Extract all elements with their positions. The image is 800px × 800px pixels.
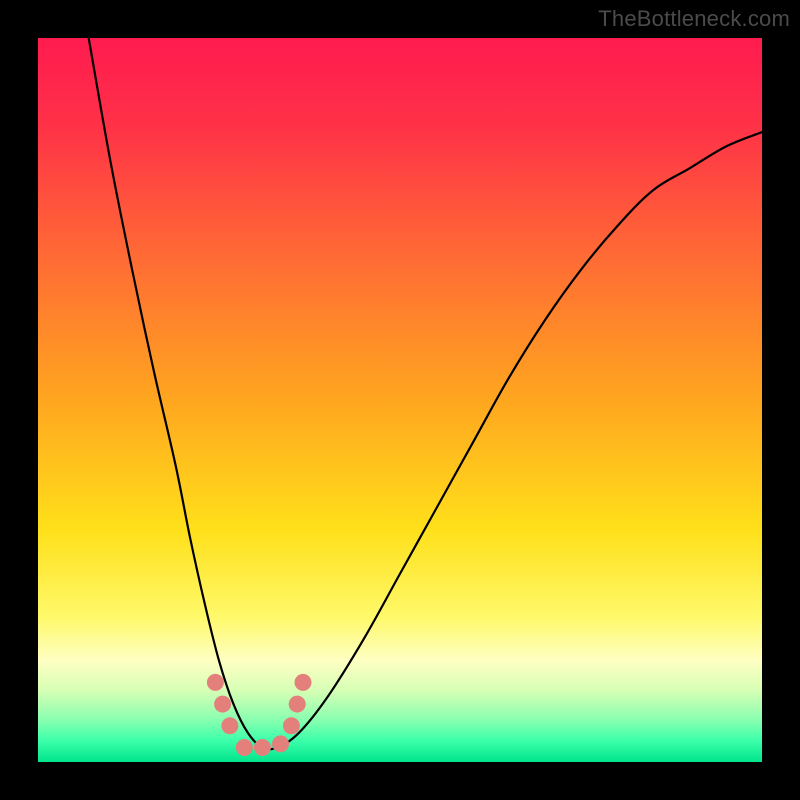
watermark-label: TheBottleneck.com: [598, 6, 790, 32]
curve-marker: [214, 696, 231, 713]
curve-marker: [207, 674, 224, 691]
curve-marker: [294, 674, 311, 691]
plot-area: [38, 38, 762, 762]
gradient-background: [38, 38, 762, 762]
curve-marker: [272, 735, 289, 752]
curve-marker: [236, 739, 253, 756]
curve-marker: [289, 696, 306, 713]
curve-marker: [221, 717, 238, 734]
curve-marker: [254, 739, 271, 756]
bottleneck-chart: [38, 38, 762, 762]
curve-marker: [283, 717, 300, 734]
chart-frame: TheBottleneck.com: [0, 0, 800, 800]
